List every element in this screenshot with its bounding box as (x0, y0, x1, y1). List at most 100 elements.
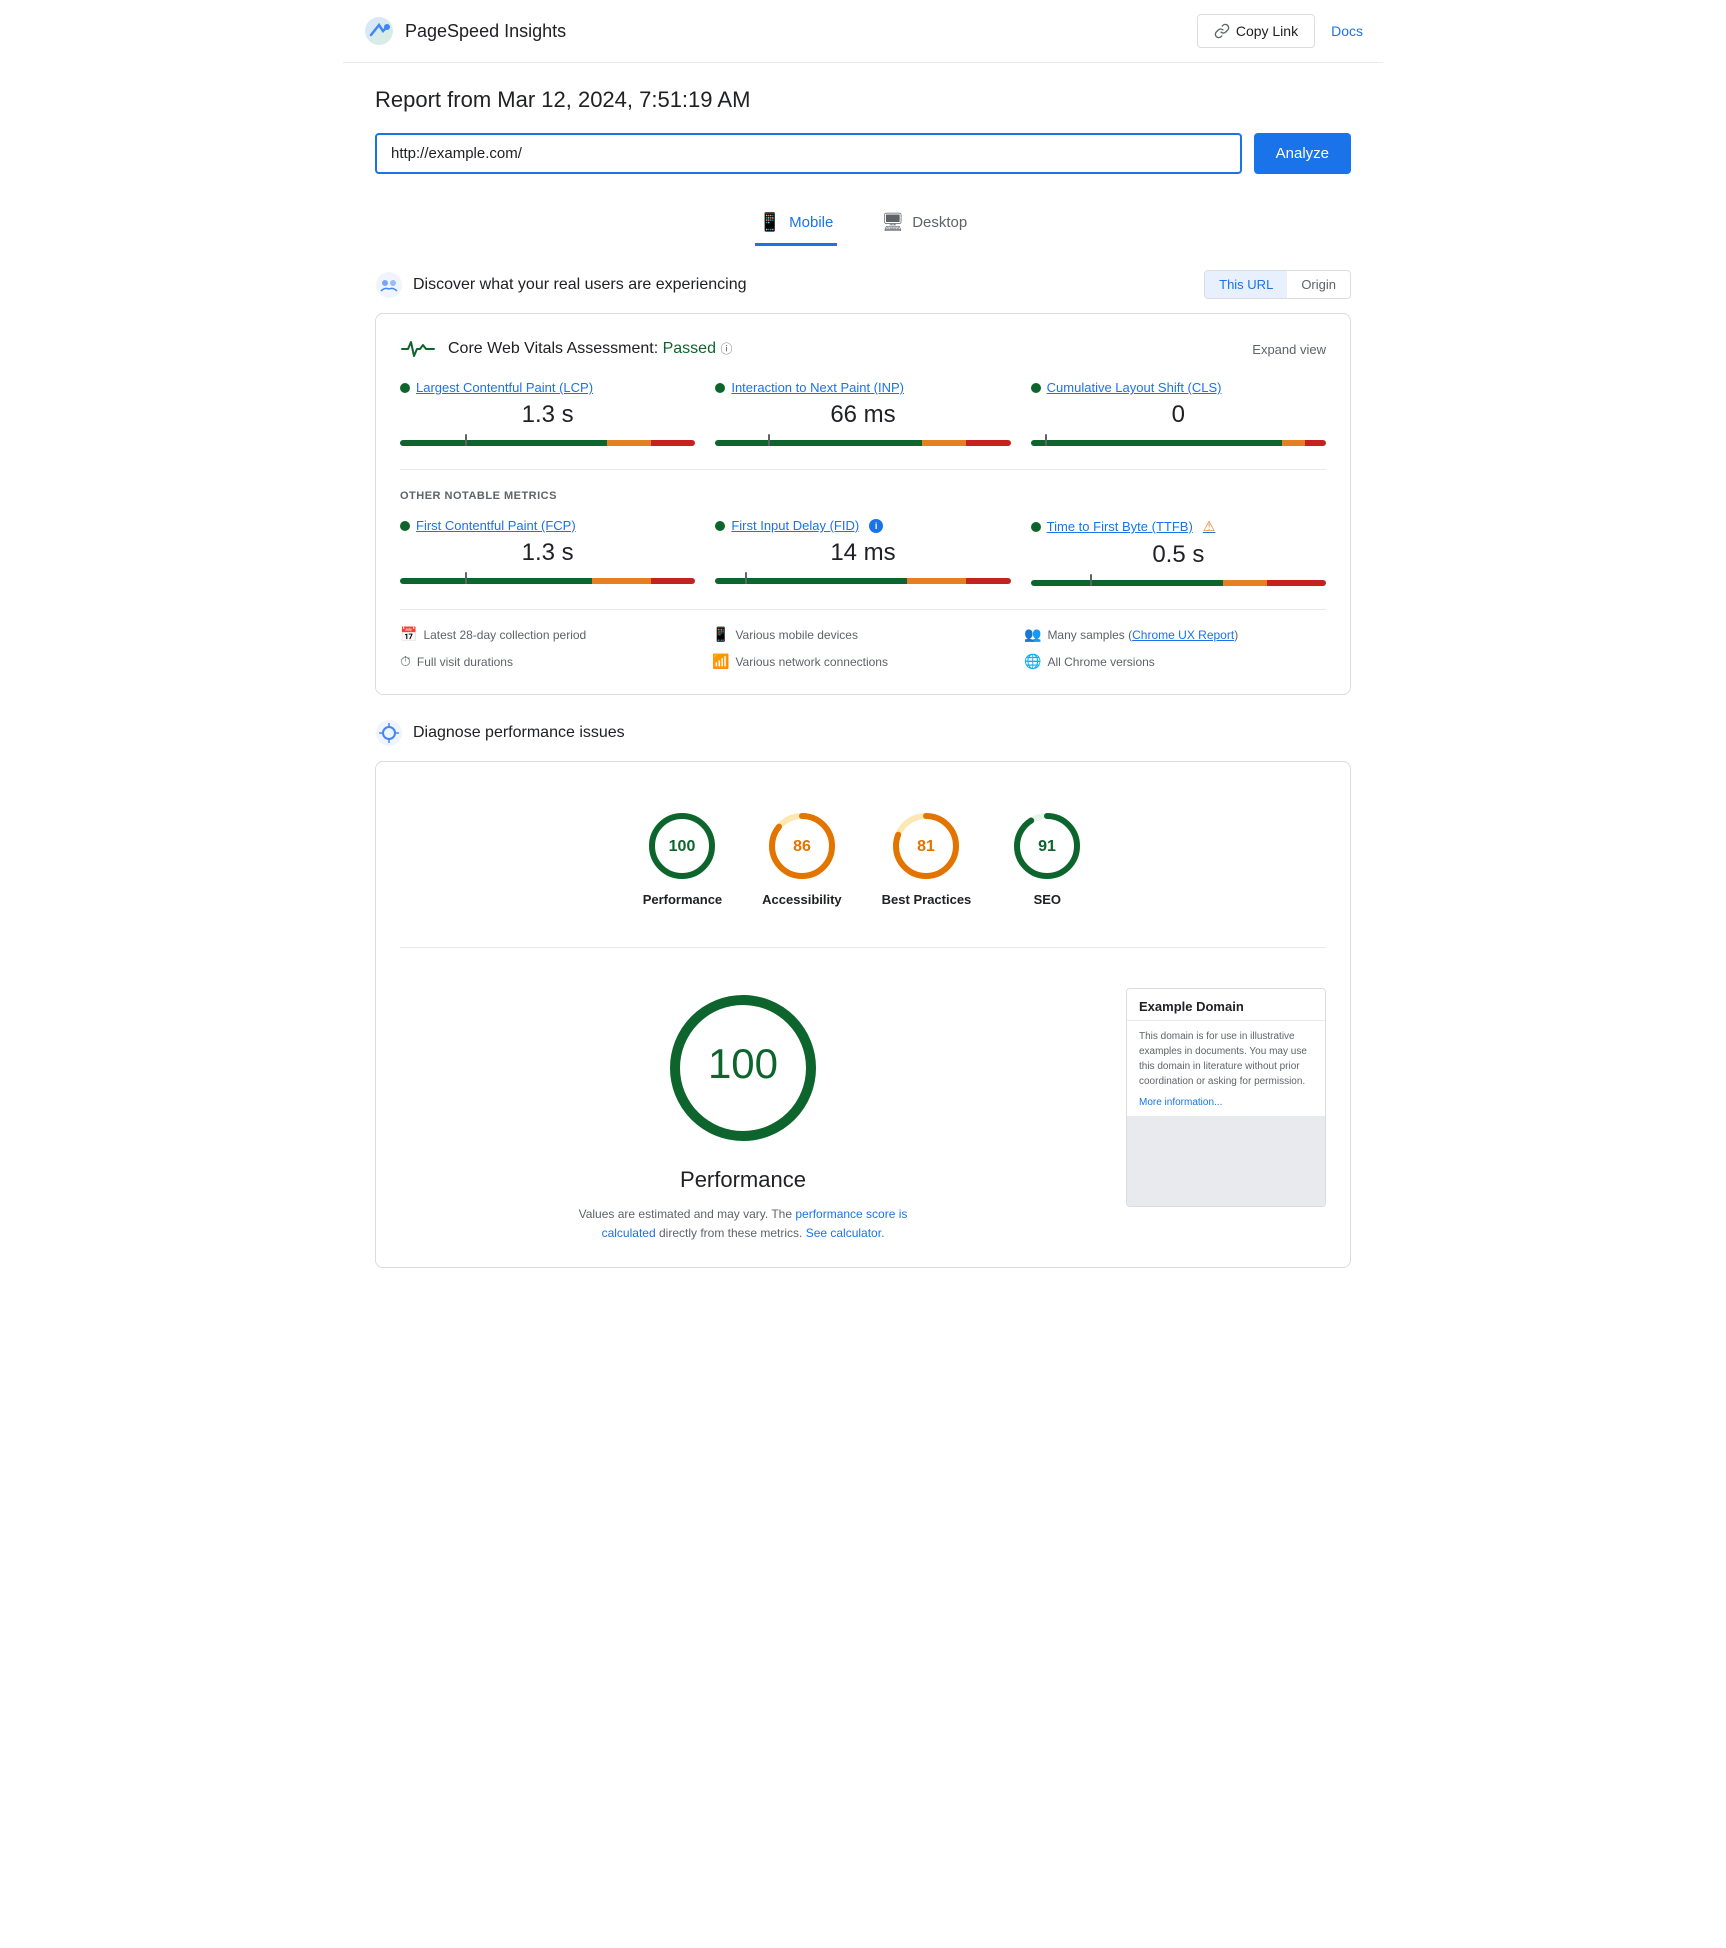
cls-metric: Cumulative Layout Shift (CLS) 0 (1031, 380, 1326, 449)
cls-value: 0 (1031, 401, 1326, 429)
tab-mobile[interactable]: 📱 Mobile (755, 202, 838, 246)
calculator-link[interactable]: See calculator. (806, 1226, 885, 1240)
cwv-footer-info: 📅 Latest 28-day collection period 📱 Vari… (400, 609, 1326, 670)
footer-text-1: Various mobile devices (735, 628, 858, 642)
svg-text:100: 100 (669, 838, 696, 855)
footer-text-2: Many samples (Chrome UX Report) (1047, 628, 1238, 642)
logo-area: PageSpeed Insights (363, 15, 566, 47)
perf-note: Values are estimated and may vary. The p… (573, 1205, 913, 1243)
ttfb-dot (1031, 522, 1041, 532)
footer-item-3: ⏱ Full visit durations (400, 653, 702, 670)
cls-bar (1031, 437, 1326, 449)
lcp-label[interactable]: Largest Contentful Paint (LCP) (400, 380, 695, 395)
more-info-link[interactable]: More information... (1127, 1097, 1325, 1116)
metrics-divider (400, 469, 1326, 470)
cls-dot (1031, 383, 1041, 393)
score-seo[interactable]: 91 SEO (1011, 810, 1083, 907)
desktop-icon: 🖥 (881, 212, 904, 233)
timer-icon: ⏱ (400, 653, 411, 670)
cwv-status: Passed (663, 340, 716, 357)
this-url-toggle[interactable]: This URL (1205, 271, 1287, 298)
url-origin-toggle: This URL Origin (1204, 270, 1351, 299)
cwv-card: Core Web Vitals Assessment: Passed ⓘ Exp… (375, 313, 1351, 695)
people-icon: 👥 (1024, 626, 1041, 643)
docs-link[interactable]: Docs (1331, 23, 1363, 39)
chrome-ux-link[interactable]: Chrome UX Report (1132, 628, 1234, 642)
footer-item-5: 🌐 All Chrome versions (1024, 653, 1326, 670)
footer-text-3: Full visit durations (417, 655, 513, 669)
big-performance-circle: 100 (663, 988, 823, 1148)
header: PageSpeed Insights Copy Link Docs (343, 0, 1383, 63)
ttfb-bar (1031, 577, 1326, 589)
pagespeed-logo (363, 15, 395, 47)
mobile-icon: 📱 (759, 212, 781, 233)
diagnose-section: Diagnose performance issues 100 Performa… (375, 719, 1351, 1268)
accessibility-label: Accessibility (762, 892, 842, 907)
other-metrics-label: OTHER NOTABLE METRICS (400, 490, 1326, 502)
big-score-container: 100 (663, 988, 823, 1151)
fcp-value: 1.3 s (400, 539, 695, 567)
diagnose-card: 100 Performance 86 Accessibility (375, 761, 1351, 1268)
footer-text-4: Various network connections (735, 655, 888, 669)
expand-view-link[interactable]: Expand view (1252, 342, 1326, 357)
score-best-practices[interactable]: 81 Best Practices (882, 810, 972, 907)
footer-item-2: 👥 Many samples (Chrome UX Report) (1024, 626, 1326, 643)
fcp-label[interactable]: First Contentful Paint (FCP) (400, 518, 695, 533)
ttfb-label[interactable]: Time to First Byte (TTFB) ⚠ (1031, 518, 1326, 535)
cwv-card-header: Core Web Vitals Assessment: Passed ⓘ Exp… (400, 338, 1326, 360)
url-row: Analyze (375, 133, 1351, 174)
inp-value: 66 ms (715, 401, 1010, 429)
inp-dot (715, 383, 725, 393)
diagnose-header: Diagnose performance issues (375, 719, 1351, 747)
ttfb-value: 0.5 s (1031, 541, 1326, 569)
footer-item-1: 📱 Various mobile devices (712, 626, 1014, 643)
other-metrics-grid: First Contentful Paint (FCP) 1.3 s First… (400, 518, 1326, 589)
mobile-devices-icon: 📱 (712, 626, 729, 643)
origin-toggle[interactable]: Origin (1287, 271, 1350, 298)
cwv-section-header: Discover what your real users are experi… (375, 270, 1351, 299)
best-practices-circle: 81 (890, 810, 962, 882)
svg-text:100: 100 (708, 1040, 778, 1087)
report-title: Report from Mar 12, 2024, 7:51:19 AM (375, 87, 1351, 113)
performance-label: Performance (643, 892, 722, 907)
perf-note-text: Values are estimated and may vary. The (579, 1207, 796, 1221)
performance-circle: 100 (646, 810, 718, 882)
footer-text-5: All Chrome versions (1047, 655, 1154, 669)
fid-label[interactable]: First Input Delay (FID) i (715, 518, 1010, 533)
url-input[interactable] (375, 133, 1242, 174)
scores-row: 100 Performance 86 Accessibility (400, 786, 1326, 927)
ttfb-metric: Time to First Byte (TTFB) ⚠ 0.5 s (1031, 518, 1326, 589)
fid-value: 14 ms (715, 539, 1010, 567)
preview-domain-title: Example Domain (1127, 989, 1325, 1021)
perf-detail-section: 100 Performance Values are estimated and… (400, 968, 1326, 1243)
analyze-button[interactable]: Analyze (1254, 133, 1351, 174)
score-performance[interactable]: 100 Performance (643, 810, 722, 907)
svg-text:91: 91 (1038, 838, 1056, 855)
cwv-assessment-label: Core Web Vitals Assessment: Passed ⓘ (448, 340, 732, 358)
ttfb-warning-icon: ⚠ (1203, 518, 1216, 535)
inp-label[interactable]: Interaction to Next Paint (INP) (715, 380, 1010, 395)
seo-circle: 91 (1011, 810, 1083, 882)
fcp-metric: First Contentful Paint (FCP) 1.3 s (400, 518, 695, 589)
lcp-bar (400, 437, 695, 449)
tab-mobile-label: Mobile (789, 214, 833, 231)
fid-metric: First Input Delay (FID) i 14 ms (715, 518, 1010, 589)
copy-link-button[interactable]: Copy Link (1197, 14, 1315, 48)
cwv-discover-title: Discover what your real users are experi… (413, 276, 746, 294)
best-practices-label: Best Practices (882, 892, 972, 907)
cls-label[interactable]: Cumulative Layout Shift (CLS) (1031, 380, 1326, 395)
header-actions: Copy Link Docs (1197, 14, 1363, 48)
cwv-title-area: Core Web Vitals Assessment: Passed ⓘ (400, 338, 732, 360)
diagnose-title: Diagnose performance issues (413, 724, 625, 742)
primary-metrics-grid: Largest Contentful Paint (LCP) 1.3 s Int… (400, 380, 1326, 449)
tab-desktop[interactable]: 🖥 Desktop (877, 202, 971, 246)
seo-label: SEO (1034, 892, 1061, 907)
copy-link-label: Copy Link (1236, 23, 1298, 39)
score-accessibility[interactable]: 86 Accessibility (762, 810, 842, 907)
calendar-icon: 📅 (400, 626, 417, 643)
footer-text-0: Latest 28-day collection period (423, 628, 586, 642)
pulse-icon (400, 338, 436, 360)
inp-metric: Interaction to Next Paint (INP) 66 ms (715, 380, 1010, 449)
cwv-help-icon[interactable]: ⓘ (720, 342, 732, 356)
fid-info-icon[interactable]: i (869, 519, 883, 533)
